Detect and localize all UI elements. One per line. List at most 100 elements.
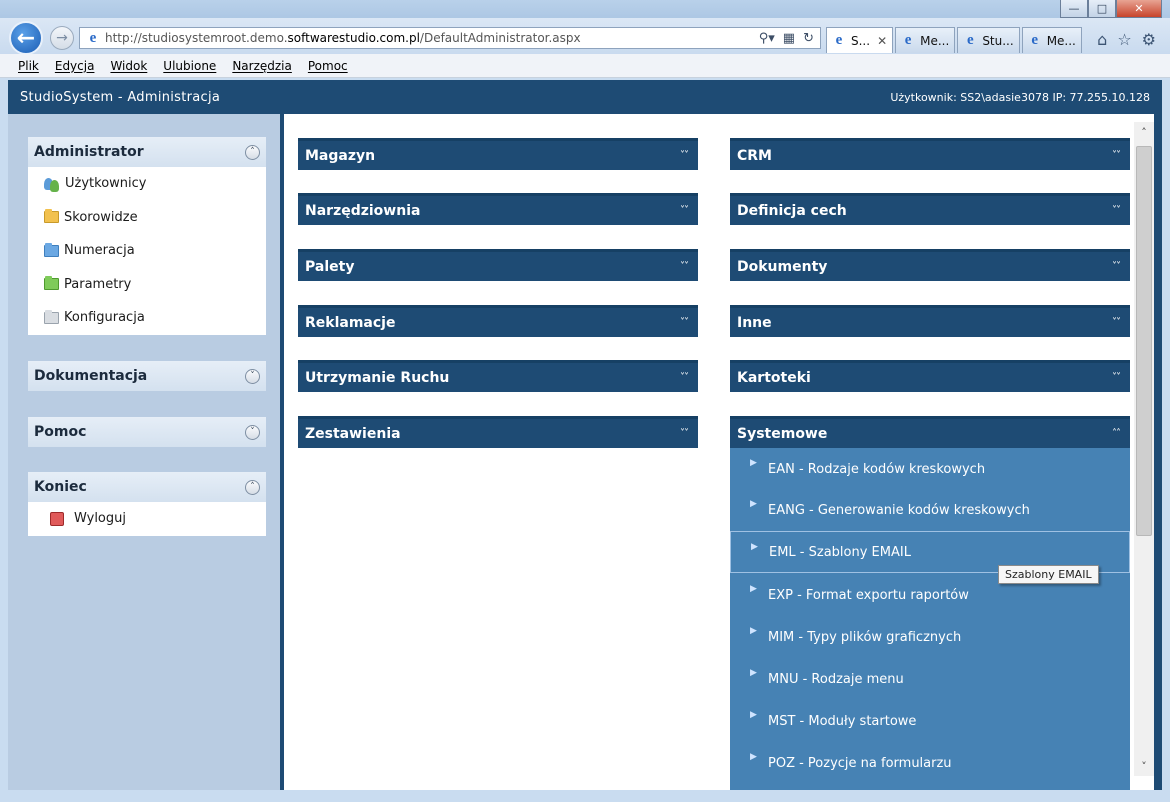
main-content: Magazyn ˅˅ Narzędziownia ˅˅ Palety ˅˅ Re… [284, 114, 1154, 790]
ie-logo-icon: e [904, 32, 912, 48]
sidebar-header-administrator[interactable]: Administrator ˄ [28, 137, 266, 167]
scrollbar-thumb[interactable] [1136, 146, 1152, 536]
sidebar: Administrator ˄ Użytkownicy Skorowidze N… [8, 114, 282, 790]
browser-menubar: Plik Edycja Widok Ulubione Narzędzia Pom… [0, 54, 1170, 78]
sidebar-item-skorowidze[interactable]: Skorowidze [28, 201, 266, 235]
folder-icon [44, 276, 59, 291]
sidebar-section-dokumentacja: Dokumentacja ˅ [28, 361, 266, 391]
panel-zestawienia[interactable]: Zestawienia ˅˅ [298, 416, 698, 448]
user-info: Użytkownik: SS2\adasie3078 IP: 77.255.10… [890, 90, 1150, 104]
panel-definicja-cech[interactable]: Definicja cech ˅˅ [730, 193, 1130, 225]
window-controls: — □ ✕ [1060, 0, 1162, 18]
sidebar-item-parametry[interactable]: Parametry [28, 268, 266, 302]
browser-toolbar-icons: ⌂ ☆ ⚙ [1097, 30, 1156, 49]
vertical-scrollbar[interactable]: ˄ ˅ [1134, 122, 1154, 776]
sidebar-item-uzytkownicy[interactable]: Użytkownicy [28, 167, 266, 201]
expand-chevron-icon[interactable]: ˅˅ [1112, 150, 1121, 161]
expand-chevron-icon[interactable]: ˅˅ [680, 372, 689, 383]
bullet-arrow-icon: ▶ [750, 752, 757, 762]
menu-plik[interactable]: Plik [10, 59, 47, 73]
panel-kartoteki[interactable]: Kartoteki ˅˅ [730, 360, 1130, 392]
app-frame: StudioSystem - Administracja Użytkownik:… [8, 80, 1162, 790]
collapse-icon[interactable]: ˄ [245, 479, 260, 495]
expand-chevron-icon[interactable]: ˅˅ [680, 317, 689, 328]
expand-chevron-icon[interactable]: ˅˅ [1112, 205, 1121, 216]
folder-icon [44, 209, 59, 224]
sidebar-item-wyloguj[interactable]: Wyloguj [28, 502, 266, 536]
search-icon[interactable]: ⚲▾ [759, 31, 775, 46]
browser-tab[interactable]: e S... ✕ [826, 27, 894, 53]
forward-arrow-icon[interactable]: → [50, 26, 74, 50]
address-url[interactable]: http://studiosystemroot.demo.softwarestu… [105, 31, 759, 45]
sidebar-header-dokumentacja[interactable]: Dokumentacja ˅ [28, 361, 266, 391]
browser-tab[interactable]: e Me... [895, 27, 956, 53]
browser-tab[interactable]: e Stu... [957, 27, 1020, 53]
menu-widok[interactable]: Widok [102, 59, 155, 73]
list-item-mnu[interactable]: ▶ MNU - Rodzaje menu [730, 658, 1130, 700]
menu-narzedzia[interactable]: Narzędzia [224, 59, 300, 73]
address-bar[interactable]: e http://studiosystemroot.demo.softwares… [79, 27, 821, 49]
menu-pomoc[interactable]: Pomoc [300, 59, 356, 73]
sidebar-header-pomoc[interactable]: Pomoc ˅ [28, 417, 266, 447]
favorites-star-icon[interactable]: ☆ [1117, 30, 1131, 49]
app-header: StudioSystem - Administracja Użytkownik:… [8, 80, 1162, 114]
scroll-down-icon[interactable]: ˅ [1134, 756, 1154, 776]
ie-logo-icon: e [1031, 32, 1039, 48]
list-item-eang[interactable]: ▶ EANG - Generowanie kodów kreskowych [730, 489, 1130, 531]
address-tools: ⚲▾ ▦ ↻ [759, 31, 820, 46]
expand-icon[interactable]: ˅ [245, 368, 260, 384]
sidebar-section-koniec: Koniec ˄ Wyloguj [28, 472, 266, 536]
expand-chevron-icon[interactable]: ˅˅ [680, 150, 689, 161]
tab-close-icon[interactable]: ✕ [877, 34, 887, 48]
expand-chevron-icon[interactable]: ˅˅ [680, 205, 689, 216]
expand-chevron-icon[interactable]: ˅˅ [1112, 261, 1121, 272]
expand-chevron-icon[interactable]: ˅˅ [680, 428, 689, 439]
menu-ulubione[interactable]: Ulubione [155, 59, 224, 73]
sidebar-header-koniec[interactable]: Koniec ˄ [28, 472, 266, 502]
collapse-icon[interactable]: ˄ [245, 144, 260, 160]
settings-gear-icon[interactable]: ⚙ [1142, 30, 1156, 49]
ie-logo-icon: e [966, 32, 974, 48]
folder-icon [44, 309, 59, 324]
expand-chevron-icon[interactable]: ˅˅ [680, 261, 689, 272]
back-arrow-icon[interactable]: ← [9, 21, 43, 55]
panel-reklamacje[interactable]: Reklamacje ˅˅ [298, 305, 698, 337]
bullet-arrow-icon: ▶ [750, 584, 757, 594]
menu-edycja[interactable]: Edycja [47, 59, 103, 73]
ie-logo-icon: e [89, 29, 97, 46]
list-item-mst[interactable]: ▶ MST - Moduły startowe [730, 700, 1130, 742]
home-icon[interactable]: ⌂ [1097, 30, 1107, 49]
panel-utrzymanie-ruchu[interactable]: Utrzymanie Ruchu ˅˅ [298, 360, 698, 392]
compat-view-icon[interactable]: ▦ [783, 31, 795, 46]
list-item-ean[interactable]: ▶ EAN - Rodzaje kodów kreskowych [730, 448, 1130, 490]
panel-systemowe[interactable]: Systemowe ˄˄ [730, 416, 1130, 448]
ie-logo-icon: e [835, 32, 843, 48]
bullet-arrow-icon: ▶ [750, 499, 757, 509]
sidebar-section-administrator: Administrator ˄ Użytkownicy Skorowidze N… [28, 137, 266, 335]
panel-palety[interactable]: Palety ˅˅ [298, 249, 698, 281]
bullet-arrow-icon: ▶ [750, 668, 757, 678]
browser-tab[interactable]: e Me... [1021, 27, 1082, 53]
list-item-poz[interactable]: ▶ POZ - Pozycje na formularzu [730, 742, 1130, 784]
collapse-chevron-icon[interactable]: ˄˄ [1112, 428, 1121, 439]
panel-dokumenty[interactable]: Dokumenty ˅˅ [730, 249, 1130, 281]
sidebar-body-koniec: Wyloguj [28, 502, 266, 536]
maximize-icon[interactable]: □ [1088, 0, 1116, 18]
minimize-icon[interactable]: — [1060, 0, 1088, 18]
panel-inne[interactable]: Inne ˅˅ [730, 305, 1130, 337]
expand-chevron-icon[interactable]: ˅˅ [1112, 372, 1121, 383]
expand-chevron-icon[interactable]: ˅˅ [1112, 317, 1121, 328]
browser-navbar: ← → e http://studiosystemroot.demo.softw… [0, 18, 1170, 58]
panel-narzedziownia[interactable]: Narzędziownia ˅˅ [298, 193, 698, 225]
panel-crm[interactable]: CRM ˅˅ [730, 138, 1130, 170]
sidebar-body-administrator: Użytkownicy Skorowidze Numeracja Paramet… [28, 167, 266, 335]
panel-magazyn[interactable]: Magazyn ˅˅ [298, 138, 698, 170]
sidebar-item-numeracja[interactable]: Numeracja [28, 234, 266, 268]
bullet-arrow-icon: ▶ [751, 542, 758, 552]
sidebar-item-konfiguracja[interactable]: Konfiguracja [28, 301, 266, 335]
scroll-up-icon[interactable]: ˄ [1134, 122, 1154, 142]
list-item-mim[interactable]: ▶ MIM - Typy plików graficznych [730, 616, 1130, 658]
refresh-icon[interactable]: ↻ [803, 31, 814, 46]
close-window-icon[interactable]: ✕ [1116, 0, 1162, 18]
expand-icon[interactable]: ˅ [245, 424, 260, 440]
